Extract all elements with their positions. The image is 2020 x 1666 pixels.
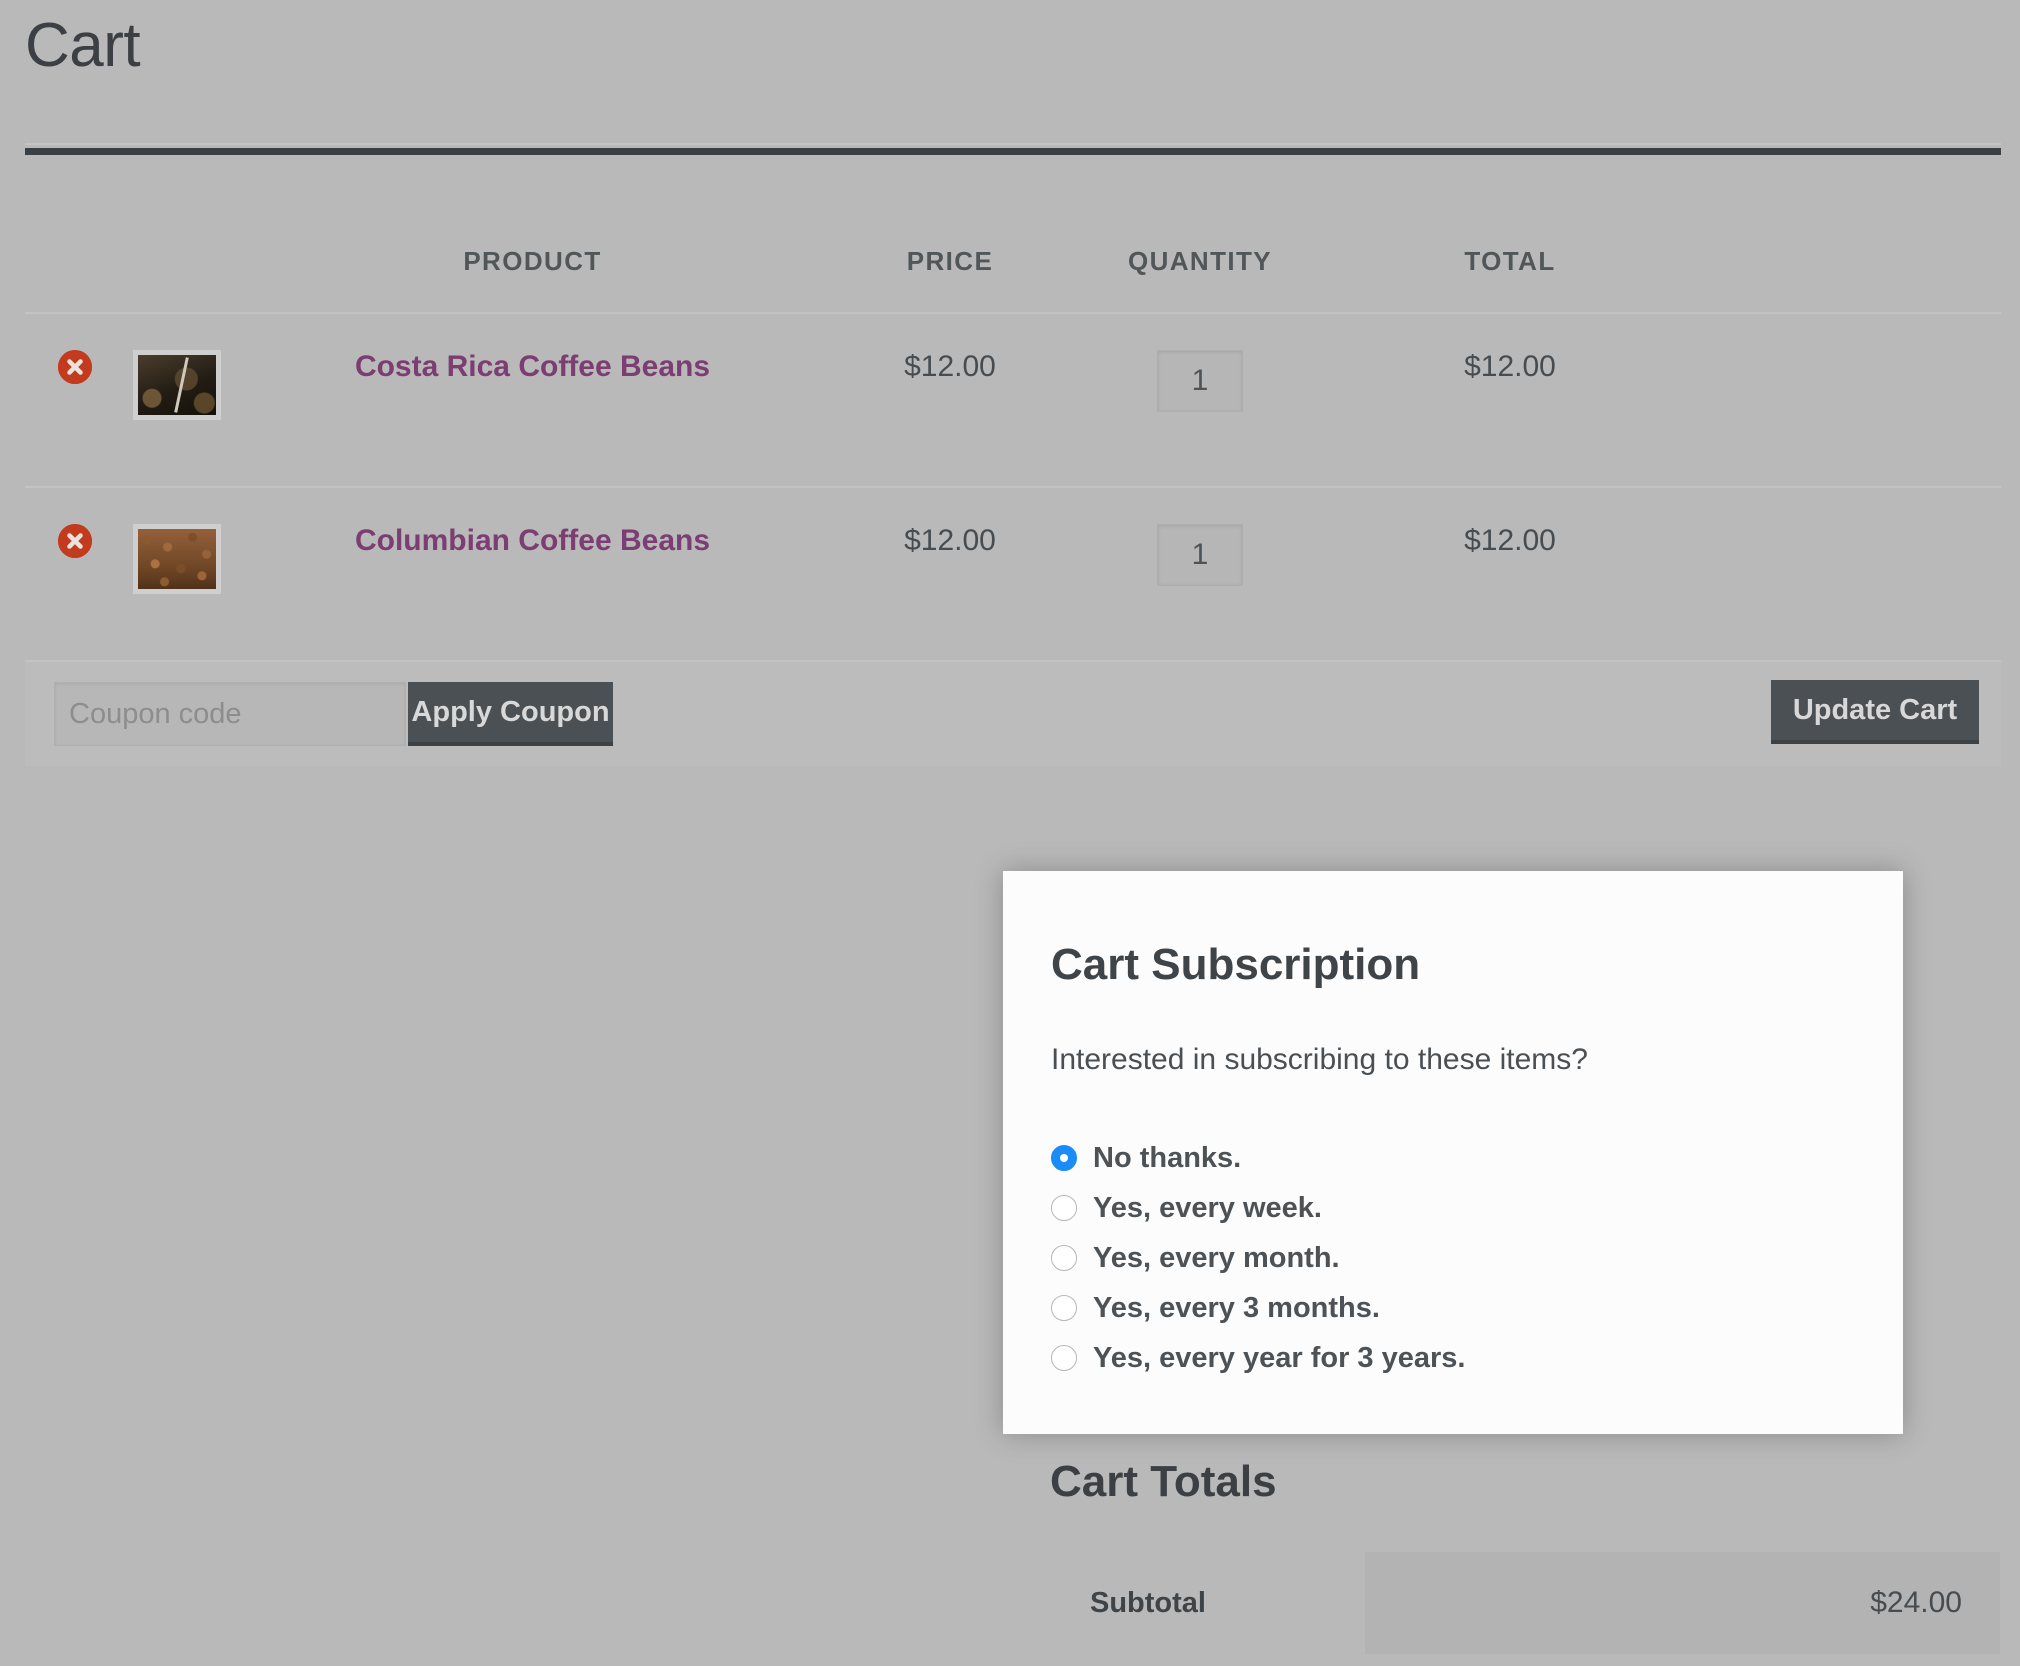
subscription-option-label: Yes, every year for 3 years. bbox=[1093, 1341, 1466, 1374]
column-header-total: TOTAL bbox=[1464, 245, 1556, 276]
column-header-product: PRODUCT bbox=[463, 245, 602, 276]
thumbnail-cell bbox=[125, 488, 235, 594]
quantity-input[interactable]: 1 bbox=[1157, 350, 1243, 412]
apply-coupon-button[interactable]: Apply Coupon bbox=[408, 682, 613, 746]
subscription-option-label: No thanks. bbox=[1093, 1141, 1242, 1174]
coffee-beans-roasted-thumbnail bbox=[138, 529, 216, 589]
product-price: $12.00 bbox=[904, 524, 996, 557]
subtotal-value: $24.00 bbox=[1365, 1552, 2000, 1654]
quantity-cell: 1 bbox=[1070, 488, 1330, 586]
subscription-option-label: Yes, every 3 months. bbox=[1093, 1291, 1380, 1324]
page-title: Cart bbox=[25, 11, 141, 80]
cart-totals-section: Cart Totals Subtotal $24.00 bbox=[1050, 1460, 2000, 1654]
subscription-option-label: Yes, every month. bbox=[1093, 1241, 1340, 1274]
modal-title: Cart Subscription bbox=[1051, 940, 1421, 989]
cart-actions-row: Apply Coupon Update Cart bbox=[25, 660, 2001, 766]
subscription-options-list: No thanks. Yes, every week. Yes, every m… bbox=[1051, 1133, 1855, 1383]
product-link[interactable]: Columbian Coffee Beans bbox=[355, 524, 710, 557]
cart-totals-title: Cart Totals bbox=[1050, 1457, 1277, 1506]
coffee-beans-dark-thumbnail bbox=[138, 355, 216, 415]
product-total: $12.00 bbox=[1464, 350, 1556, 383]
radio-button-icon[interactable] bbox=[1051, 1295, 1077, 1321]
modal-subtitle: Interested in subscribing to these items… bbox=[1051, 1043, 1588, 1076]
totals-row-subtotal: Subtotal $24.00 bbox=[1050, 1552, 2000, 1654]
remove-circle-x-icon[interactable] bbox=[58, 350, 92, 384]
remove-cell bbox=[25, 314, 125, 384]
remove-circle-x-icon[interactable] bbox=[58, 524, 92, 558]
title-divider-light bbox=[25, 143, 2001, 145]
subscription-option-label: Yes, every week. bbox=[1093, 1191, 1322, 1224]
cart-table-header: PRODUCT PRICE QUANTITY TOTAL bbox=[25, 210, 2001, 312]
column-header-quantity: QUANTITY bbox=[1127, 245, 1273, 276]
cart-table: PRODUCT PRICE QUANTITY TOTAL Costa Rica … bbox=[25, 210, 2001, 766]
coupon-code-input[interactable] bbox=[54, 682, 406, 746]
update-cart-button[interactable]: Update Cart bbox=[1771, 680, 1979, 744]
quantity-input[interactable]: 1 bbox=[1157, 524, 1243, 586]
cart-subscription-modal: Cart Subscription Interested in subscrib… bbox=[1003, 871, 1903, 1434]
radio-button-icon[interactable] bbox=[1051, 1345, 1077, 1371]
product-price: $12.00 bbox=[904, 350, 996, 383]
subscription-option-quarterly[interactable]: Yes, every 3 months. bbox=[1051, 1283, 1855, 1333]
subscription-option-no-thanks[interactable]: No thanks. bbox=[1051, 1133, 1855, 1183]
thumbnail-cell bbox=[125, 314, 235, 420]
product-name-cell: Columbian Coffee Beans bbox=[235, 488, 830, 558]
table-row: Costa Rica Coffee Beans $12.00 1 $12.00 bbox=[25, 312, 2001, 486]
column-header-price: PRICE bbox=[906, 245, 994, 276]
subscription-option-monthly[interactable]: Yes, every month. bbox=[1051, 1233, 1855, 1283]
quantity-cell: 1 bbox=[1070, 314, 1330, 412]
subscription-option-weekly[interactable]: Yes, every week. bbox=[1051, 1183, 1855, 1233]
product-name-cell: Costa Rica Coffee Beans bbox=[235, 314, 830, 384]
subscription-option-yearly-3-years[interactable]: Yes, every year for 3 years. bbox=[1051, 1333, 1855, 1383]
radio-button-icon[interactable] bbox=[1051, 1195, 1077, 1221]
title-divider-dark bbox=[25, 148, 2001, 155]
remove-cell bbox=[25, 488, 125, 558]
product-total: $12.00 bbox=[1464, 524, 1556, 557]
product-link[interactable]: Costa Rica Coffee Beans bbox=[355, 350, 710, 383]
radio-button-icon[interactable] bbox=[1051, 1245, 1077, 1271]
product-thumbnail[interactable] bbox=[133, 350, 221, 420]
subtotal-label: Subtotal bbox=[1090, 1586, 1206, 1619]
radio-button-icon[interactable] bbox=[1051, 1145, 1077, 1171]
table-row: Columbian Coffee Beans $12.00 1 $12.00 bbox=[25, 486, 2001, 660]
product-thumbnail[interactable] bbox=[133, 524, 221, 594]
